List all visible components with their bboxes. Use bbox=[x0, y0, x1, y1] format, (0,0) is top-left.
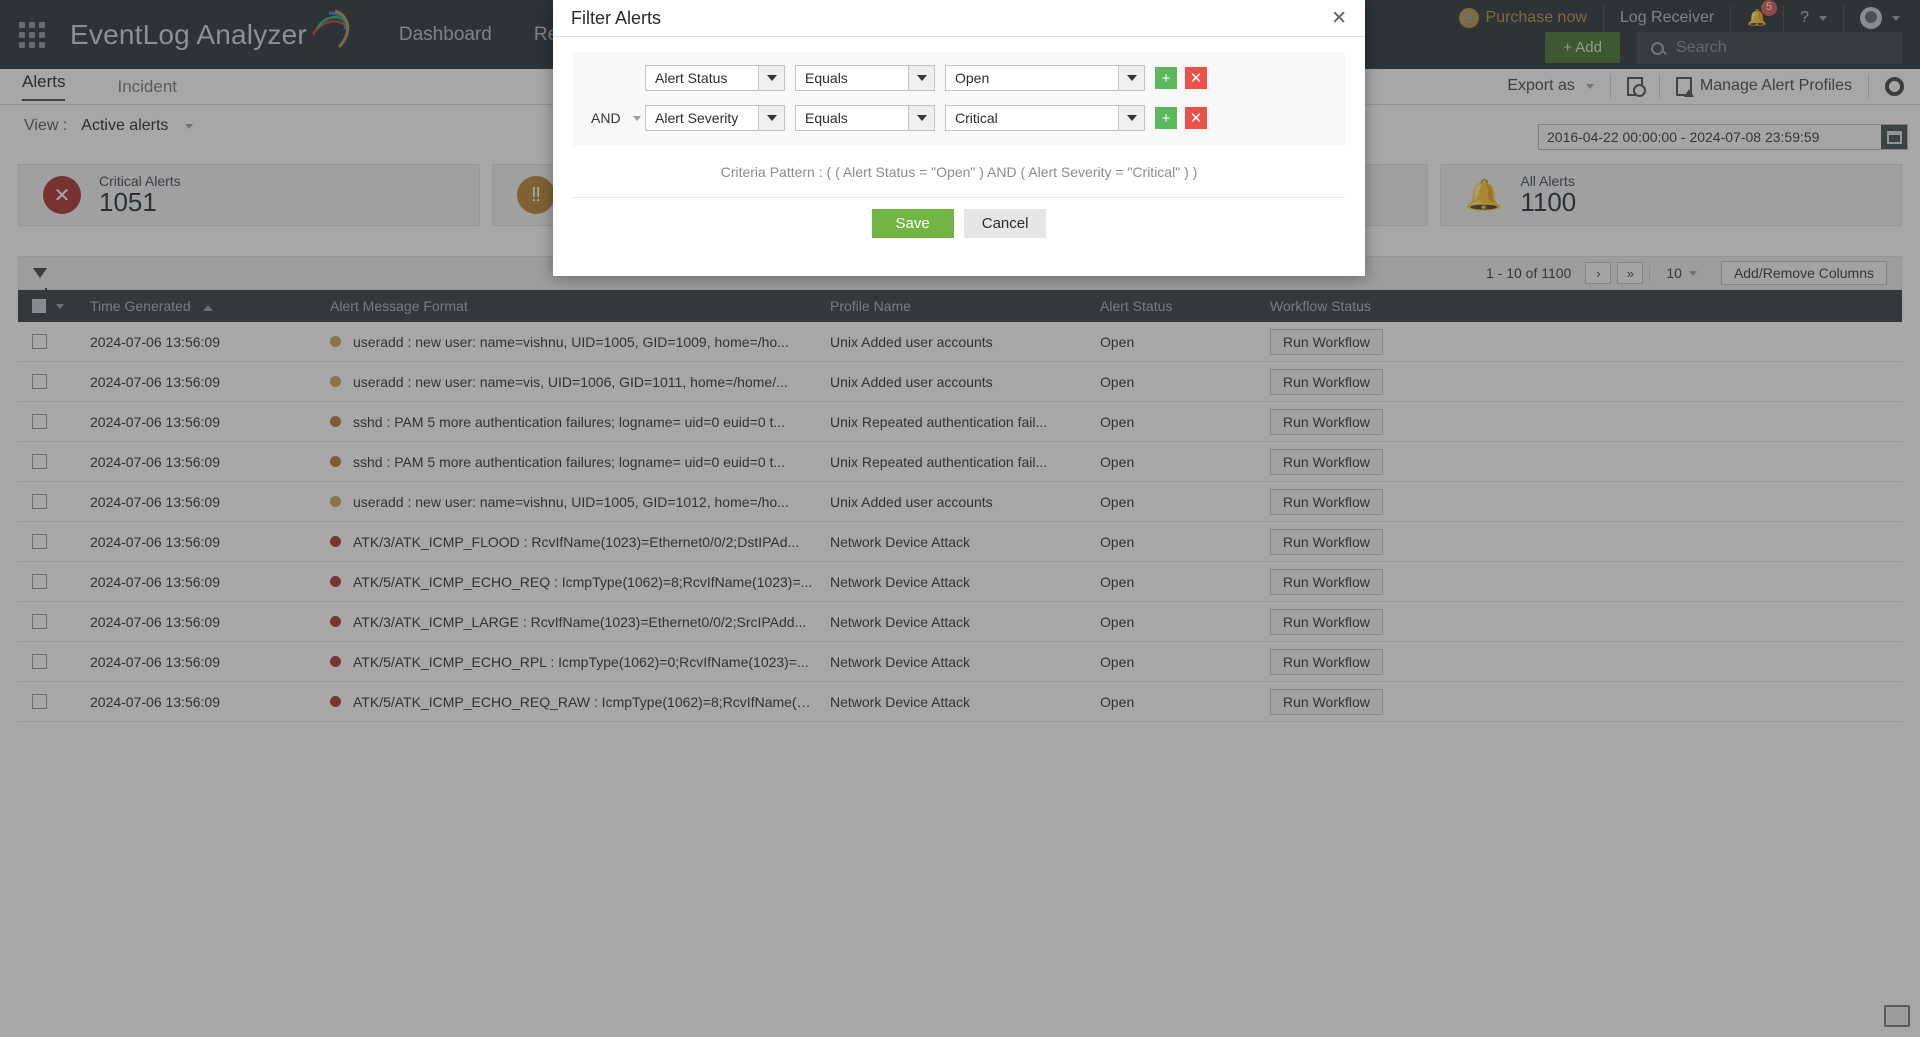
save-button[interactable]: Save bbox=[872, 209, 954, 238]
operator-value: Equals bbox=[796, 70, 848, 86]
value-select[interactable]: Critical bbox=[945, 105, 1145, 131]
chevron-down-icon bbox=[1118, 106, 1144, 130]
operator-select[interactable]: Equals bbox=[795, 65, 935, 91]
conjunction-select[interactable]: AND bbox=[573, 110, 645, 126]
chevron-down-icon bbox=[758, 66, 784, 90]
criteria-row: Alert Status Equals Open + ✕ bbox=[573, 62, 1345, 94]
modal-footer: Save Cancel bbox=[573, 198, 1345, 238]
chevron-down-icon bbox=[908, 106, 934, 130]
chevron-down-icon bbox=[908, 66, 934, 90]
field-value: Alert Severity bbox=[646, 110, 738, 126]
modal-header: Filter Alerts ✕ bbox=[553, 0, 1365, 37]
modal-body: Alert Status Equals Open + ✕ AND Alert Severit… bbox=[553, 37, 1365, 238]
cancel-button[interactable]: Cancel bbox=[964, 209, 1047, 238]
criteria-rows-container: Alert Status Equals Open + ✕ AND Alert Severit… bbox=[573, 52, 1345, 146]
chevron-down-icon bbox=[1118, 66, 1144, 90]
criteria-row: AND Alert Severity Equals Critical + ✕ bbox=[573, 102, 1345, 134]
chevron-down-icon bbox=[633, 116, 641, 121]
filter-alerts-modal: Filter Alerts ✕ Alert Status Equals Open + ✕… bbox=[553, 0, 1365, 276]
operator-select[interactable]: Equals bbox=[795, 105, 935, 131]
operator-value: Equals bbox=[796, 110, 848, 126]
add-criteria-button[interactable]: + bbox=[1155, 107, 1177, 129]
criteria-pattern-text: Criteria Pattern : ( ( Alert Status = "O… bbox=[573, 146, 1345, 198]
modal-title: Filter Alerts bbox=[571, 8, 661, 29]
remove-criteria-button[interactable]: ✕ bbox=[1185, 107, 1207, 129]
value-select[interactable]: Open bbox=[945, 65, 1145, 91]
remove-criteria-button[interactable]: ✕ bbox=[1185, 67, 1207, 89]
field-value: Alert Status bbox=[646, 70, 727, 86]
conjunction-value: AND bbox=[591, 110, 621, 126]
close-icon[interactable]: ✕ bbox=[1331, 9, 1347, 28]
add-criteria-button[interactable]: + bbox=[1155, 67, 1177, 89]
criteria-value: Open bbox=[946, 70, 989, 86]
field-select[interactable]: Alert Status bbox=[645, 65, 785, 91]
field-select[interactable]: Alert Severity bbox=[645, 105, 785, 131]
chevron-down-icon bbox=[758, 106, 784, 130]
criteria-value: Critical bbox=[946, 110, 998, 126]
